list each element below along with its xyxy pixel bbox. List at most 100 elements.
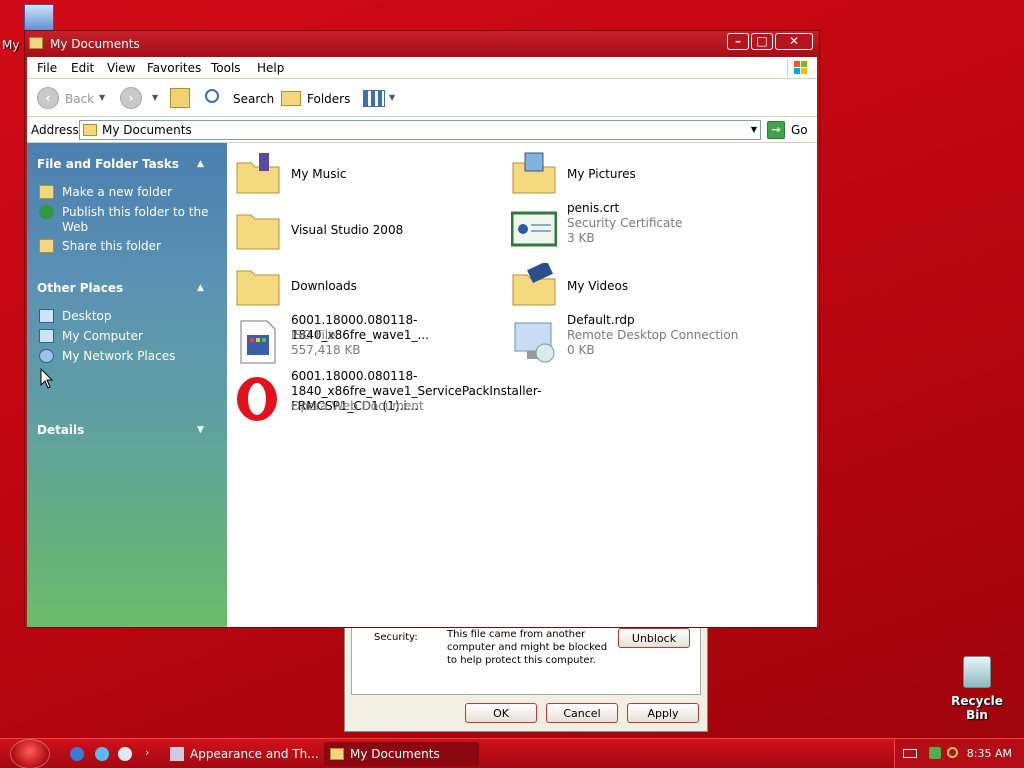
minimize-button[interactable]: – xyxy=(727,33,749,50)
mouse-cursor-icon xyxy=(40,368,54,389)
my-computer-icon xyxy=(39,329,54,343)
details-header[interactable]: Details xyxy=(37,423,84,437)
forward-dropdown-icon[interactable]: ▼ xyxy=(152,93,158,102)
file-type: Security Certificate xyxy=(567,216,683,230)
go-icon[interactable]: → xyxy=(767,121,785,139)
menu-help[interactable]: Help xyxy=(257,61,284,75)
close-button[interactable]: ✕ xyxy=(775,33,813,50)
folders-label[interactable]: Folders xyxy=(307,92,350,106)
network-icon[interactable] xyxy=(929,747,941,759)
opera-icon xyxy=(237,377,277,421)
unblock-button[interactable]: Unblock xyxy=(618,628,690,648)
taskbar-item-label: Appearance and Th... xyxy=(190,747,319,761)
menu-file[interactable]: File xyxy=(37,61,57,75)
task-make-new-folder[interactable]: Make a new folder xyxy=(62,185,222,200)
taskbar: › Appearance and Th... My Documents 8:35… xyxy=(0,738,1024,768)
remote-desktop-icon xyxy=(514,322,555,363)
file-name: My Music xyxy=(291,167,347,181)
music-folder-icon xyxy=(236,153,280,194)
quick-launch-ie-icon[interactable] xyxy=(70,747,84,761)
search-icon[interactable] xyxy=(205,89,219,103)
file-type: Remote Desktop Connection xyxy=(567,328,739,342)
file-folder-tasks-header[interactable]: File and Folder Tasks xyxy=(37,157,179,171)
file-item-penis-crt[interactable]: penis.crt Security Certificate 3 KB xyxy=(511,201,781,257)
back-dropdown-icon[interactable]: ▼ xyxy=(99,93,105,102)
windows-logo-icon xyxy=(787,59,811,77)
maximize-button[interactable]: □ xyxy=(751,33,773,50)
up-folder-icon[interactable] xyxy=(170,88,190,108)
menu-view[interactable]: View xyxy=(107,61,135,75)
apply-button[interactable]: Apply xyxy=(627,703,699,723)
cancel-button[interactable]: Cancel xyxy=(546,703,618,723)
menu-edit[interactable]: Edit xyxy=(71,61,94,75)
task-pane: File and Folder Tasks ▲ Make a new folde… xyxy=(27,143,227,627)
file-list: My Music My Pictures Visual Studio 2008 … xyxy=(227,143,817,627)
menu-bar: File Edit View Favorites Tools Help xyxy=(27,57,817,79)
new-folder-icon xyxy=(39,185,54,199)
task-share-folder[interactable]: Share this folder xyxy=(62,239,222,254)
search-tray-icon[interactable] xyxy=(947,747,958,758)
place-desktop[interactable]: Desktop xyxy=(62,309,222,324)
system-tray: 8:35 AM xyxy=(894,739,1024,768)
file-type: Opera Web Document xyxy=(291,399,424,413)
desktop-icon xyxy=(39,309,54,323)
security-text: This file came from another computer and… xyxy=(447,629,608,666)
task-publish-folder[interactable]: Publish this folder to the Web xyxy=(62,205,222,235)
views-dropdown-icon[interactable]: ▼ xyxy=(389,93,395,102)
security-label: Security: xyxy=(374,632,418,643)
file-name: Downloads xyxy=(291,279,357,293)
toolbar: ‹ Back ▼ › ▼ Search Folders ▼ xyxy=(27,79,817,117)
file-item-visual-studio-2008[interactable]: Visual Studio 2008 xyxy=(235,207,505,257)
start-button[interactable] xyxy=(10,739,50,768)
computer-icon xyxy=(24,4,54,32)
menu-favorites[interactable]: Favorites xyxy=(147,61,201,75)
file-item-my-music[interactable]: My Music xyxy=(235,151,505,201)
quick-launch-browser-icon[interactable] xyxy=(95,747,109,761)
quick-launch-media-icon[interactable] xyxy=(118,747,132,761)
keyboard-icon[interactable] xyxy=(903,749,917,758)
title-bar[interactable]: My Documents – □ ✕ xyxy=(25,31,819,57)
views-icon[interactable] xyxy=(363,90,385,107)
expand-icon[interactable]: ▼ xyxy=(197,425,204,435)
place-my-computer[interactable]: My Computer xyxy=(62,329,222,344)
file-size: 0 KB xyxy=(567,343,595,357)
desktop-icon-my-computer[interactable]: My xyxy=(2,4,54,52)
search-label[interactable]: Search xyxy=(233,92,274,106)
file-item-my-pictures[interactable]: My Pictures xyxy=(511,151,781,201)
taskbar-item-my-documents[interactable]: My Documents xyxy=(324,742,479,766)
ok-button[interactable]: OK xyxy=(465,703,537,723)
collapse-icon[interactable]: ▲ xyxy=(197,159,204,169)
file-item-opera-document[interactable]: 6001.18000.080118-1840_x86fre_wave1_Serv… xyxy=(235,369,541,425)
go-label[interactable]: Go xyxy=(791,123,808,137)
file-type: ISO File xyxy=(291,328,336,342)
control-panel-icon xyxy=(170,747,184,761)
clock[interactable]: 8:35 AM xyxy=(967,747,1012,760)
folder-icon xyxy=(83,124,97,136)
explorer-window: My Documents – □ ✕ File Edit View Favori… xyxy=(24,30,820,628)
file-size: 3 KB xyxy=(567,231,595,245)
file-item-default-rdp[interactable]: Default.rdp Remote Desktop Connection 0 … xyxy=(511,313,781,369)
folder-icon xyxy=(29,37,43,49)
address-dropdown-icon[interactable]: ▼ xyxy=(751,125,757,134)
forward-icon[interactable]: › xyxy=(120,87,142,109)
file-item-downloads[interactable]: Downloads xyxy=(235,263,505,313)
collapse-icon[interactable]: ▲ xyxy=(197,283,204,293)
file-item-my-videos[interactable]: My Videos xyxy=(511,263,781,313)
network-places-icon xyxy=(39,349,54,363)
place-my-network-places[interactable]: My Network Places xyxy=(62,349,222,364)
address-value: My Documents xyxy=(102,123,192,137)
recycle-bin-icon xyxy=(963,656,991,688)
menu-tools[interactable]: Tools xyxy=(211,61,241,75)
address-bar: Address My Documents ▼ → Go xyxy=(27,117,817,143)
back-icon[interactable]: ‹ xyxy=(37,87,59,109)
back-label[interactable]: Back xyxy=(65,92,94,106)
folders-icon[interactable] xyxy=(281,91,301,106)
quick-launch-expand-icon[interactable]: › xyxy=(145,746,149,759)
folder-icon xyxy=(330,748,344,760)
other-places-header[interactable]: Other Places xyxy=(37,281,123,295)
folder-icon xyxy=(236,214,280,250)
desktop-icon-recycle-bin[interactable]: Recycle Bin xyxy=(944,656,1010,722)
address-input[interactable]: My Documents ▼ xyxy=(79,120,761,140)
taskbar-item-appearance[interactable]: Appearance and Th... xyxy=(164,742,319,766)
file-item-iso[interactable]: 6001.18000.080118-1840_x86fre_wave1_... … xyxy=(235,313,505,369)
